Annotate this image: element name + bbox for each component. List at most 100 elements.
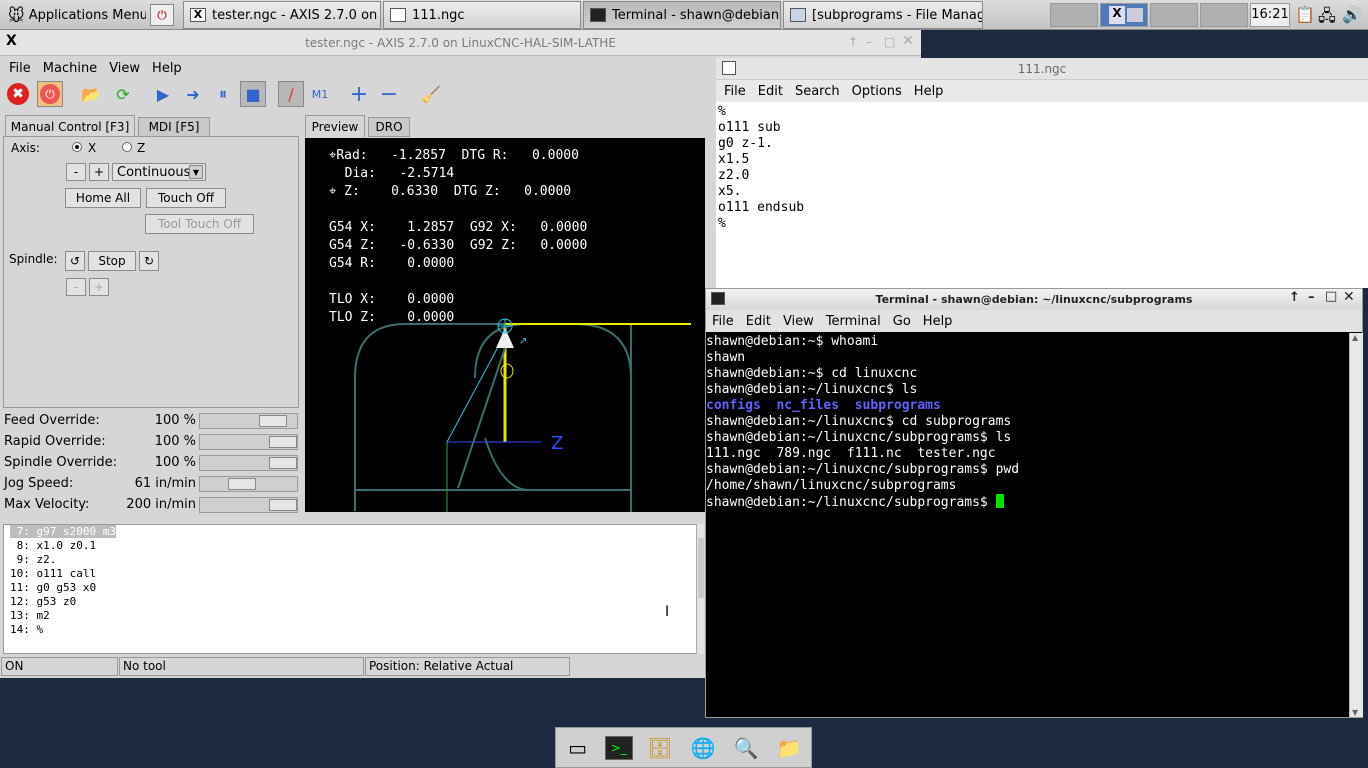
clipboard-icon[interactable]: 📋 [1295,5,1315,24]
menu-file[interactable]: File [706,314,740,329]
step-icon[interactable]: ➜ [180,81,206,107]
spindle-reverse-icon[interactable]: ↺ [65,251,85,271]
clear-plot-icon[interactable]: 🧹 [418,81,444,107]
workspace-3[interactable] [1150,3,1198,27]
estop-icon[interactable]: ✖ [7,83,29,105]
menu-view[interactable]: View [777,314,820,329]
axis-x-radio[interactable] [72,142,82,152]
terminal-output[interactable]: shawn@debian:~$ whoami shawn shawn@debian:… [706,332,1362,510]
show-desktop-icon[interactable]: ▭ [562,734,594,762]
editor-text-area[interactable]: % o111 sub g0 z-1. x1.5 z2.0 x5. o111 endsub% [716,102,1368,232]
stop-icon[interactable]: ■ [240,81,266,107]
menu-help[interactable]: Help [908,84,950,99]
override-slider[interactable] [199,413,298,429]
menu-help[interactable]: Help [146,61,188,76]
workspace-4[interactable] [1200,3,1248,27]
menu-terminal[interactable]: Terminal [820,314,887,329]
volume-icon[interactable]: 🔊 [1342,5,1362,24]
home-all-button[interactable]: Home All [65,188,141,208]
open-file-icon[interactable]: 📂 [78,81,104,107]
gcode-line[interactable]: 12: g53 z0 [4,595,702,609]
gcode-line[interactable]: 13: m2 [4,609,702,623]
gcode-scrollbar[interactable] [696,524,704,654]
menu-edit[interactable]: Edit [752,84,789,99]
web-browser-icon[interactable]: 🌐 [687,734,719,762]
spindle-stop-button[interactable]: Stop [88,251,136,271]
jog-plus-button[interactable]: + [89,163,109,181]
clock[interactable]: 16:21 [1250,3,1290,27]
jog-minus-button[interactable]: - [66,163,86,181]
menu-machine[interactable]: Machine [37,61,103,76]
zoom-in-icon[interactable]: + [346,81,372,107]
tool-touch-off-button[interactable]: Tool Touch Off [145,214,254,234]
terminal-titlebar[interactable]: Terminal - shawn@debian: ~/linuxcnc/subp… [706,289,1362,310]
terminal-launcher-icon[interactable]: >_ [604,735,633,760]
pause-icon[interactable]: ⏸ [210,81,236,107]
task-terminal[interactable]: Terminal - shawn@debian:... [583,1,781,29]
gcode-line[interactable]: 10: o111 call [4,567,702,581]
tab-mdi[interactable]: MDI [F5] [138,117,210,137]
slider-handle[interactable] [269,436,297,448]
spindle-decrease-button[interactable]: - [66,278,86,296]
folder-icon[interactable]: 📁 [773,734,805,762]
workspace-2[interactable]: X [1100,3,1148,27]
menu-file[interactable]: File [716,84,752,99]
axis-titlebar[interactable]: X tester.ngc - AXIS 2.7.0 on LinuxCNC-HA… [0,30,921,56]
workspace-1[interactable] [1050,3,1098,27]
maximize-icon[interactable]: □ [884,35,895,49]
menu-file[interactable]: File [0,61,37,76]
menu-options[interactable]: Options [846,84,908,99]
file-cabinet-icon[interactable]: 🗄 [644,734,676,762]
minimize-icon[interactable]: – [866,35,872,49]
zoom-out-icon[interactable]: − [376,81,402,107]
slider-handle[interactable] [269,499,297,511]
block-delete-icon[interactable]: / [278,81,304,107]
override-slider[interactable] [199,476,298,492]
gcode-line[interactable]: 11: g0 g53 x0 [4,581,702,595]
optional-stop-icon[interactable]: M1 [307,81,333,107]
maximize-icon[interactable]: □ [1325,289,1337,304]
run-icon[interactable]: ▶ [150,81,176,107]
slider-handle[interactable] [228,478,256,490]
gcode-listing[interactable]: 7: g97 s2000 m3 8: x1.0 z0.1 9: z2. 10: o… [3,524,703,654]
task-file-manager[interactable]: [subprograms - File Manag... [783,1,983,29]
override-slider[interactable] [199,434,298,450]
power-icon[interactable]: ⏻ [40,84,60,104]
slider-handle[interactable] [259,415,287,427]
terminal-scrollbar[interactable]: ▲ ▼ [1349,333,1363,717]
network-icon[interactable]: 🖧 [1318,5,1336,32]
search-icon[interactable]: 🔍 [730,734,762,762]
applications-menu-button[interactable]: 🐭 Applications Menu [2,1,146,29]
tab-dro[interactable]: DRO [368,117,410,137]
tab-preview[interactable]: Preview [305,115,365,137]
gcode-line[interactable]: 9: z2. [4,553,702,567]
spindle-forward-icon[interactable]: ↻ [139,251,159,271]
task-axis[interactable]: X tester.ngc - AXIS 2.7.0 on ... [183,1,381,29]
menu-help[interactable]: Help [917,314,959,329]
preview-canvas[interactable]: ⌖Rad: -1.2857 DTG R: 0.0000 Dia: -2.5714… [305,138,705,512]
gcode-line[interactable]: 7: g97 s2000 m3 [4,525,702,539]
task-editor[interactable]: 111.ngc [383,1,581,29]
menu-go[interactable]: Go [887,314,917,329]
menu-view[interactable]: View [103,61,146,76]
spindle-increase-button[interactable]: + [89,278,109,296]
gcode-line[interactable]: 14: % [4,623,702,637]
maximize-up-icon[interactable]: ↑ [848,35,858,49]
axis-z-radio[interactable] [122,142,132,152]
override-slider[interactable] [199,455,298,471]
slider-handle[interactable] [269,457,297,469]
gcode-line[interactable]: 8: x1.0 z0.1 [4,539,702,553]
logout-icon[interactable]: ⏻ [150,4,174,26]
touch-off-button[interactable]: Touch Off [146,188,226,208]
menu-search[interactable]: Search [789,84,846,99]
close-icon[interactable]: ✕ [1343,289,1355,305]
jog-mode-select[interactable]: Continuous ▼ [112,163,206,181]
maximize-up-icon[interactable]: ↑ [1289,290,1300,305]
menu-edit[interactable]: Edit [740,314,777,329]
close-icon[interactable]: ✕ [902,33,914,49]
editor-titlebar[interactable]: 111.ngc [716,58,1368,80]
override-slider[interactable] [199,497,298,513]
tab-manual-control[interactable]: Manual Control [F3] [5,115,135,137]
reload-icon[interactable]: ⟳ [110,81,136,107]
minimize-icon[interactable]: – [1308,290,1315,305]
